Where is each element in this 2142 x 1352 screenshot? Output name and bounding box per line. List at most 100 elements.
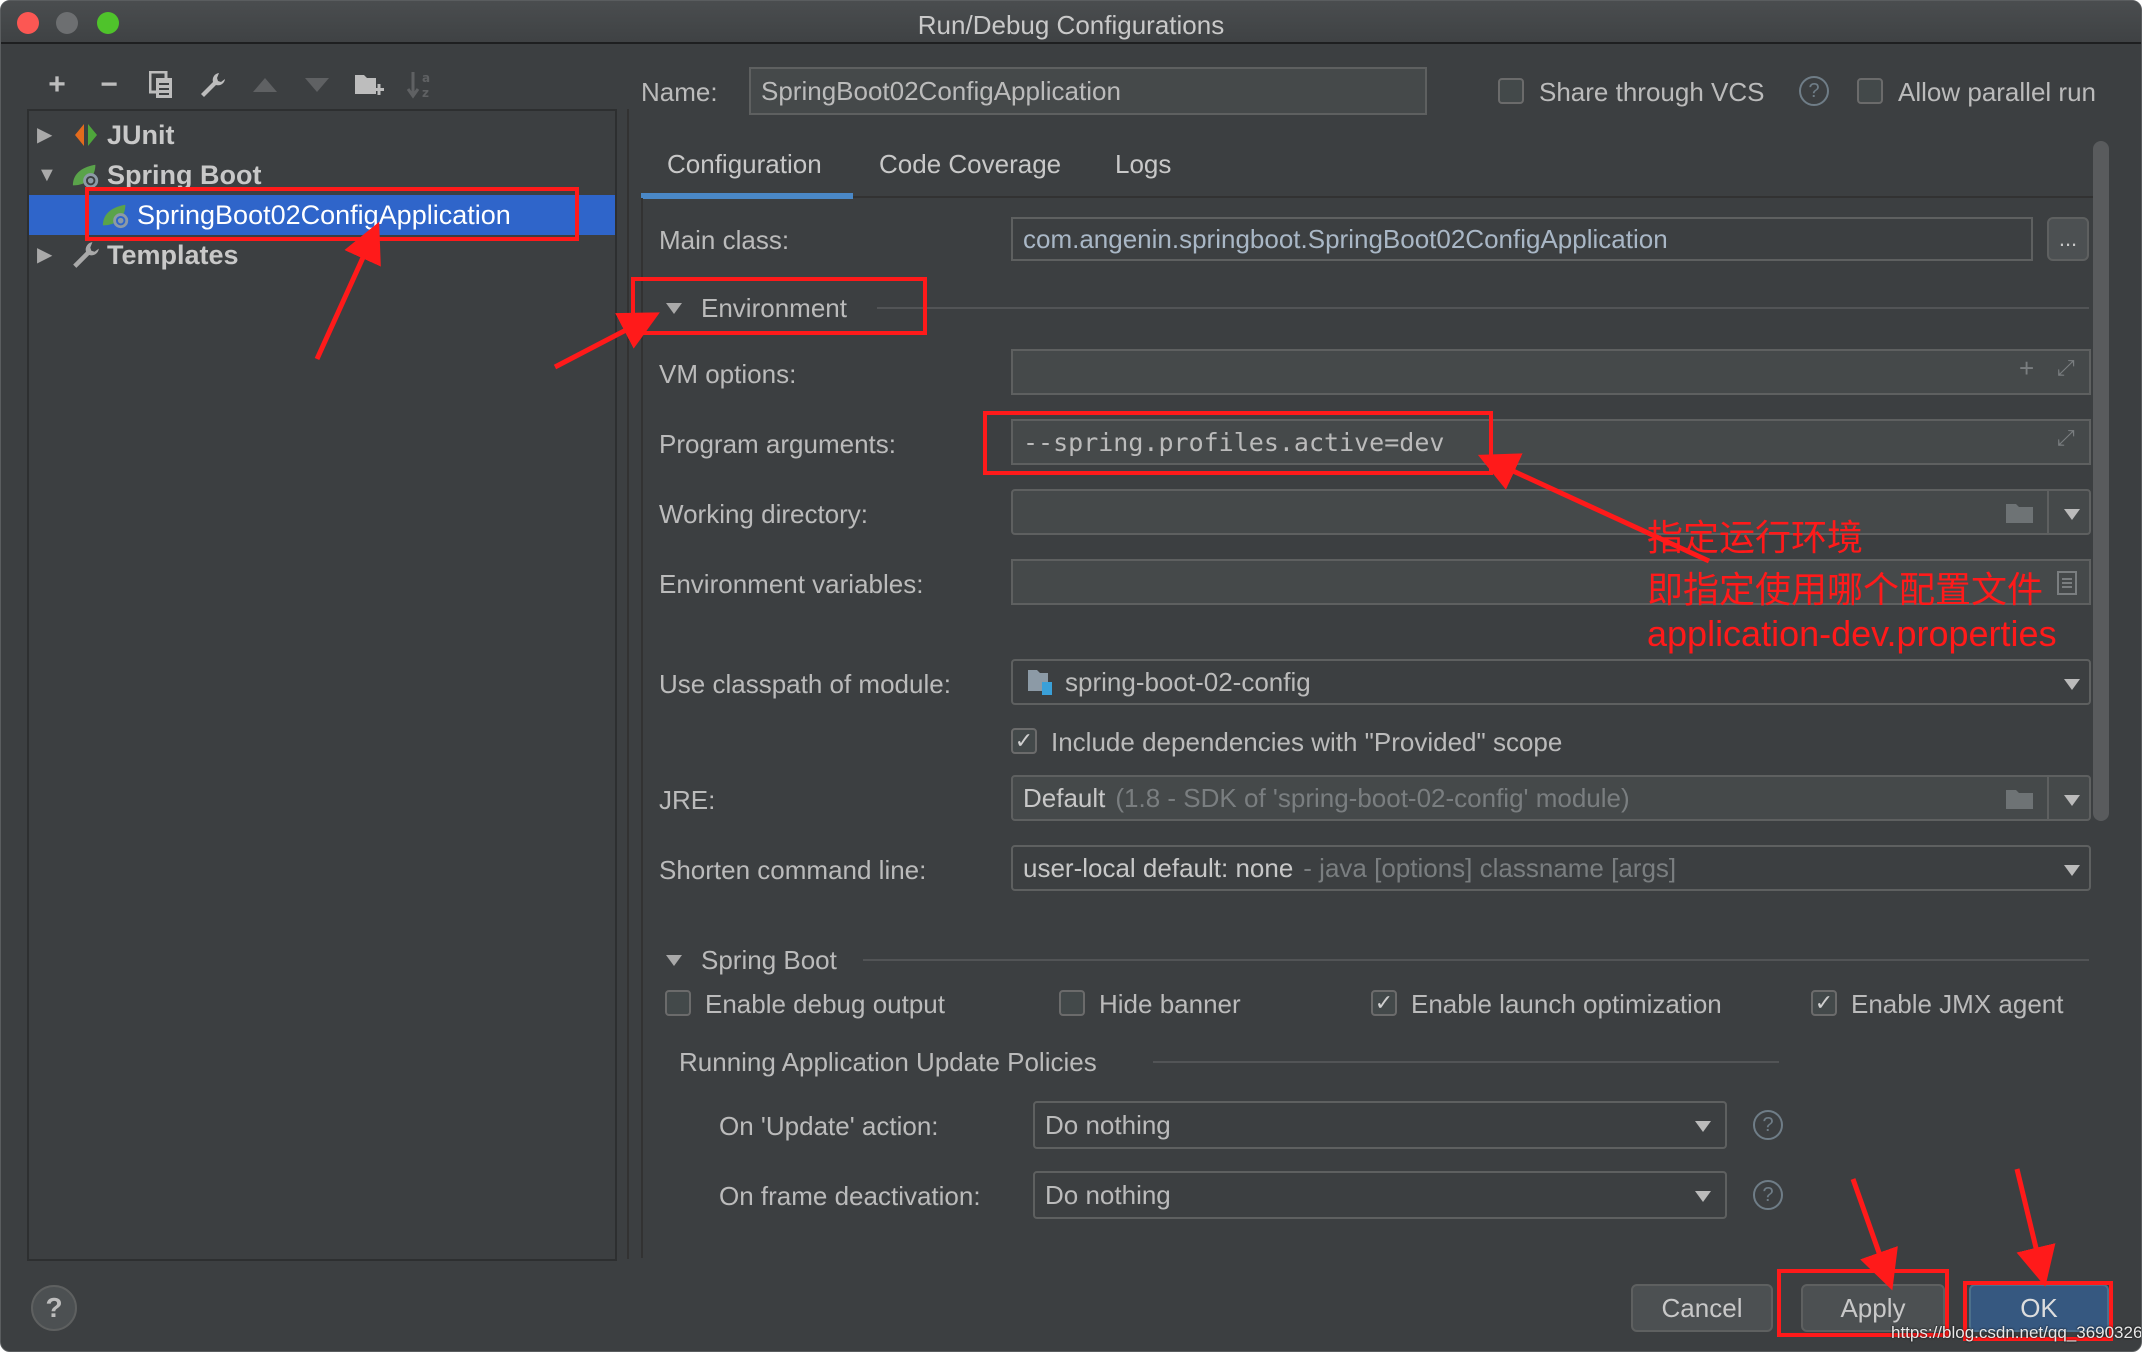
vm-options-label: VM options: bbox=[659, 359, 797, 389]
help-button[interactable]: ? bbox=[31, 1285, 77, 1331]
share-vcs-help-icon[interactable]: ? bbox=[1799, 76, 1829, 106]
configurations-tree: ▶ JUnit ▼ Spring Boot SpringBoot02Config… bbox=[27, 109, 617, 1261]
spring-boot-collapse-icon[interactable] bbox=[666, 955, 682, 966]
collapse-arrow-icon[interactable]: ▼ bbox=[37, 165, 57, 185]
edit-defaults-button[interactable] bbox=[187, 67, 239, 103]
update-action-select[interactable]: Do nothing bbox=[1033, 1101, 1727, 1149]
jre-label: JRE: bbox=[659, 785, 716, 815]
annotation-note-line2: 即指定使用哪个配置文件 bbox=[1647, 569, 2044, 610]
working-directory-input[interactable] bbox=[1011, 489, 2091, 535]
run-debug-configurations-dialog: Run/Debug Configurations + − az ▶ JUnit … bbox=[0, 0, 2142, 1352]
field-divider bbox=[2047, 491, 2049, 533]
tab-logs[interactable]: Logs bbox=[1115, 149, 1171, 180]
wrench-icon bbox=[73, 242, 99, 268]
hide-banner-checkbox[interactable] bbox=[1059, 990, 1085, 1016]
remove-configuration-button[interactable]: − bbox=[83, 67, 135, 103]
module-dropdown-icon[interactable] bbox=[2064, 679, 2080, 690]
add-vm-option-icon[interactable]: + bbox=[2019, 353, 2034, 384]
svg-text:a: a bbox=[422, 71, 430, 85]
arrow-to-ok bbox=[2014, 1168, 2056, 1287]
name-input-value: SpringBoot02ConfigApplication bbox=[761, 75, 1121, 106]
working-directory-label: Working directory: bbox=[659, 499, 869, 529]
edit-variables-icon[interactable] bbox=[2057, 571, 2077, 595]
new-folder-button[interactable] bbox=[343, 67, 395, 103]
jre-value: Default bbox=[1023, 782, 1106, 813]
arrow-to-apply bbox=[1850, 1178, 1898, 1291]
environment-section-divider bbox=[877, 307, 2089, 309]
expand-field-icon[interactable]: ⤢ bbox=[2057, 355, 2075, 381]
folder-icon[interactable] bbox=[2005, 501, 2035, 525]
update-action-dropdown-icon[interactable] bbox=[1695, 1121, 1711, 1132]
working-directory-dropdown-icon[interactable] bbox=[2064, 509, 2080, 520]
move-up-button[interactable] bbox=[239, 67, 291, 103]
spring-boot-section-title[interactable]: Spring Boot bbox=[701, 945, 837, 976]
title-bar: Run/Debug Configurations bbox=[1, 1, 2141, 44]
enable-debug-output-label: Enable debug output bbox=[705, 989, 945, 1019]
tree-item-templates[interactable]: ▶ Templates bbox=[29, 235, 615, 275]
enable-jmx-agent-checkbox[interactable]: ✓ bbox=[1811, 990, 1837, 1016]
jre-select[interactable]: Default (1.8 - SDK of 'spring-boot-02-co… bbox=[1011, 775, 2091, 821]
jre-dropdown-icon[interactable] bbox=[2064, 795, 2080, 806]
copy-configuration-button[interactable] bbox=[135, 67, 187, 103]
enable-debug-output-checkbox[interactable] bbox=[665, 990, 691, 1016]
junit-icon bbox=[75, 124, 97, 146]
name-input[interactable]: SpringBoot02ConfigApplication bbox=[749, 67, 1427, 115]
program-arguments-label: Program arguments: bbox=[659, 429, 896, 459]
shorten-command-line-hint: - java [options] classname [args] bbox=[1303, 852, 1677, 883]
shorten-command-line-select[interactable]: user-local default: none - java [options… bbox=[1011, 845, 2091, 891]
browse-main-class-button[interactable]: ... bbox=[2047, 217, 2089, 261]
triangle-down-icon bbox=[305, 78, 329, 92]
annotation-box-program-arguments bbox=[983, 411, 1493, 475]
update-action-value: Do nothing bbox=[1045, 1109, 1171, 1140]
environment-variables-label: Environment variables: bbox=[659, 569, 924, 599]
tree-item-label: Spring Boot bbox=[107, 159, 262, 190]
svg-text:z: z bbox=[422, 86, 429, 100]
update-policies-divider bbox=[1153, 1061, 1779, 1063]
vertical-scrollbar[interactable] bbox=[2093, 141, 2109, 821]
tree-item-label: Templates bbox=[107, 239, 239, 270]
module-icon bbox=[1028, 670, 1052, 695]
allow-parallel-checkbox[interactable] bbox=[1857, 78, 1883, 104]
annotation-box-environment bbox=[631, 277, 927, 335]
cancel-button[interactable]: Cancel bbox=[1631, 1284, 1773, 1332]
panel-splitter[interactable] bbox=[627, 109, 629, 1259]
sort-az-icon: az bbox=[407, 71, 430, 100]
share-vcs-checkbox[interactable] bbox=[1498, 78, 1524, 104]
shorten-command-line-dropdown-icon[interactable] bbox=[2064, 865, 2080, 876]
triangle-up-icon bbox=[253, 78, 277, 92]
spring-boot-icon bbox=[72, 164, 99, 189]
wrench-icon bbox=[201, 73, 225, 97]
annotation-note-line3: application-dev.properties bbox=[1647, 613, 2057, 654]
vm-options-input[interactable] bbox=[1011, 349, 2091, 395]
folder-icon[interactable] bbox=[2005, 787, 2035, 811]
enable-launch-optimization-label: Enable launch optimization bbox=[1411, 989, 1722, 1019]
include-dependencies-checkbox[interactable]: ✓ bbox=[1011, 728, 1037, 754]
main-class-value: com.angenin.springboot.SpringBoot02Confi… bbox=[1023, 223, 1668, 254]
add-configuration-button[interactable]: + bbox=[31, 67, 83, 103]
tab-code-coverage[interactable]: Code Coverage bbox=[879, 149, 1061, 180]
enable-jmx-agent-label: Enable JMX agent bbox=[1851, 989, 2064, 1019]
update-policies-title: Running Application Update Policies bbox=[679, 1047, 1097, 1077]
expand-field-icon[interactable]: ⤢ bbox=[2057, 425, 2075, 451]
allow-parallel-label: Allow parallel run bbox=[1898, 77, 2096, 107]
main-class-label: Main class: bbox=[659, 225, 790, 255]
frame-deactivation-dropdown-icon[interactable] bbox=[1695, 1191, 1711, 1202]
expand-arrow-icon[interactable]: ▶ bbox=[37, 245, 57, 265]
main-class-input[interactable]: com.angenin.springboot.SpringBoot02Confi… bbox=[1011, 217, 2033, 261]
minus-icon: − bbox=[100, 68, 118, 101]
tree-item-junit[interactable]: ▶ JUnit bbox=[29, 115, 615, 155]
frame-deactivation-help-icon[interactable]: ? bbox=[1753, 1180, 1783, 1210]
update-action-help-icon[interactable]: ? bbox=[1753, 1110, 1783, 1140]
update-action-label: On 'Update' action: bbox=[719, 1111, 939, 1141]
expand-arrow-icon[interactable]: ▶ bbox=[37, 125, 57, 145]
tab-configuration[interactable]: Configuration bbox=[667, 149, 822, 180]
annotation-box-selected-config bbox=[85, 187, 579, 241]
move-down-button[interactable] bbox=[291, 67, 343, 103]
tabs-divider bbox=[853, 196, 2093, 198]
frame-deactivation-label: On frame deactivation: bbox=[719, 1181, 981, 1211]
sort-alphabetically-button[interactable]: az bbox=[395, 67, 447, 103]
frame-deactivation-select[interactable]: Do nothing bbox=[1033, 1171, 1727, 1219]
enable-launch-optimization-checkbox[interactable]: ✓ bbox=[1371, 990, 1397, 1016]
module-select[interactable]: spring-boot-02-config bbox=[1011, 659, 2091, 705]
configurations-toolbar: + − az bbox=[31, 67, 447, 103]
